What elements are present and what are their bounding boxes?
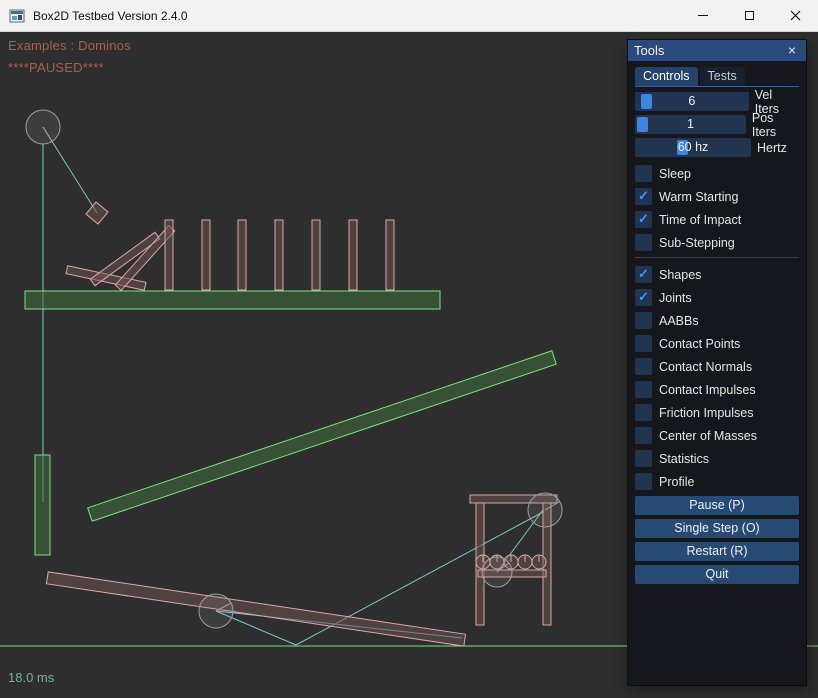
hertz-value: 60 hz xyxy=(635,138,751,157)
checkbox-friction-impulses-box xyxy=(635,404,652,421)
checkbox-contact-impulses-label: Contact Impulses xyxy=(659,383,756,397)
dynamic-bodies-group xyxy=(46,202,557,646)
pendulum-box xyxy=(86,202,108,224)
checkbox-friction-impulses-label: Friction Impulses xyxy=(659,406,753,420)
restart-button[interactable]: Restart (R) xyxy=(635,542,799,561)
checkbox-center-of-masses-box xyxy=(635,427,652,444)
frame-time-label: 18.0 ms xyxy=(8,670,54,685)
checkbox-joints[interactable]: ✓ Joints xyxy=(635,289,799,306)
tools-title: Tools xyxy=(634,43,664,58)
close-icon xyxy=(790,10,801,21)
checkbox-profile-label: Profile xyxy=(659,475,694,489)
close-button[interactable] xyxy=(772,0,818,32)
checkbox-sub-stepping-label: Sub-Stepping xyxy=(659,236,735,250)
hertz-label: Hertz xyxy=(757,141,787,155)
checkbox-sub-stepping-box xyxy=(635,234,652,251)
sim-flags-list: Sleep ✓ Warm Starting ✓ Time of Impact S… xyxy=(635,165,799,251)
checkbox-time-of-impact-box: ✓ xyxy=(635,211,652,228)
checkbox-contact-normals[interactable]: Contact Normals xyxy=(635,358,799,375)
checkbox-statistics-box xyxy=(635,450,652,467)
seesaw-plank xyxy=(46,572,465,646)
checkbox-warm-starting[interactable]: ✓ Warm Starting xyxy=(635,188,799,205)
pos-iters-label: Pos Iters xyxy=(752,111,799,139)
pause-button[interactable]: Pause (P) xyxy=(635,496,799,515)
tab-tests[interactable]: Tests xyxy=(700,67,745,86)
checkbox-aabbs[interactable]: AABBs xyxy=(635,312,799,329)
window-controls xyxy=(680,0,818,32)
checkbox-time-of-impact[interactable]: ✓ Time of Impact xyxy=(635,211,799,228)
checkbox-warm-starting-label: Warm Starting xyxy=(659,190,738,204)
checkbox-shapes-label: Shapes xyxy=(659,268,701,282)
checkbox-profile[interactable]: Profile xyxy=(635,473,799,490)
domino-shelf xyxy=(25,291,440,309)
app-window: Box2D Testbed Version 2.4.0 xyxy=(0,0,818,698)
tools-titlebar[interactable]: Tools × xyxy=(628,40,806,61)
hertz-row: 60 hz Hertz xyxy=(635,138,799,157)
checkbox-contact-impulses[interactable]: Contact Impulses xyxy=(635,381,799,398)
quit-button[interactable]: Quit xyxy=(635,565,799,584)
single-step-button[interactable]: Single Step (O) xyxy=(635,519,799,538)
checkbox-contact-points[interactable]: Contact Points xyxy=(635,335,799,352)
checkbox-friction-impulses[interactable]: Friction Impulses xyxy=(635,404,799,421)
checkbox-center-of-masses[interactable]: Center of Masses xyxy=(635,427,799,444)
action-buttons: Pause (P) Single Step (O) Restart (R) Qu… xyxy=(635,496,799,584)
vel-iters-row: 6 Vel Iters xyxy=(635,92,799,111)
tools-body: Controls Tests 6 Vel Iters 1 Pos Iters xyxy=(628,61,806,584)
pos-iters-row: 1 Pos Iters xyxy=(635,115,799,134)
minimize-icon xyxy=(698,15,708,16)
checkbox-warm-starting-box: ✓ xyxy=(635,188,652,205)
checkbox-statistics-label: Statistics xyxy=(659,452,709,466)
separator xyxy=(635,257,799,258)
window-titlebar[interactable]: Box2D Testbed Version 2.4.0 xyxy=(0,0,818,32)
app-icon xyxy=(9,8,25,24)
pos-iters-value: 1 xyxy=(635,115,746,134)
checkbox-contact-normals-box xyxy=(635,358,652,375)
paused-label: ****PAUSED**** xyxy=(8,60,104,75)
checkbox-statistics[interactable]: Statistics xyxy=(635,450,799,467)
checkbox-sleep-box xyxy=(635,165,652,182)
checkbox-sub-stepping[interactable]: Sub-Stepping xyxy=(635,234,799,251)
draw-flags-list: ✓ Shapes ✓ Joints AABBs Contact Points xyxy=(635,266,799,490)
minimize-button[interactable] xyxy=(680,0,726,32)
window-title: Box2D Testbed Version 2.4.0 xyxy=(33,9,188,23)
tools-close-icon[interactable]: × xyxy=(784,43,800,59)
vertical-post xyxy=(35,455,50,555)
pos-iters-slider[interactable]: 1 xyxy=(635,115,746,134)
vel-iters-value: 6 xyxy=(635,92,749,111)
checkbox-sleep-label: Sleep xyxy=(659,167,691,181)
checkbox-contact-points-label: Contact Points xyxy=(659,337,740,351)
checkbox-joints-label: Joints xyxy=(659,291,692,305)
maximize-button[interactable] xyxy=(726,0,772,32)
maximize-icon xyxy=(745,11,754,20)
tools-window: Tools × Controls Tests 6 Vel Iters 1 xyxy=(628,40,806,685)
checkbox-time-of-impact-label: Time of Impact xyxy=(659,213,741,227)
checkbox-aabbs-box xyxy=(635,312,652,329)
checkbox-joints-box: ✓ xyxy=(635,289,652,306)
checkbox-contact-normals-label: Contact Normals xyxy=(659,360,752,374)
vel-iters-slider[interactable]: 6 xyxy=(635,92,749,111)
checkbox-profile-box xyxy=(635,473,652,490)
example-title-label: Examples : Dominos xyxy=(8,38,131,53)
checkbox-center-of-masses-label: Center of Masses xyxy=(659,429,757,443)
checkbox-sleep[interactable]: Sleep xyxy=(635,165,799,182)
checkbox-shapes[interactable]: ✓ Shapes xyxy=(635,266,799,283)
checkbox-contact-points-box xyxy=(635,335,652,352)
hertz-slider[interactable]: 60 hz xyxy=(635,138,751,157)
checkbox-aabbs-label: AABBs xyxy=(659,314,699,328)
checkbox-shapes-box: ✓ xyxy=(635,266,652,283)
tab-controls[interactable]: Controls xyxy=(635,67,698,86)
checkbox-contact-impulses-box xyxy=(635,381,652,398)
tools-tabbar: Controls Tests xyxy=(635,67,799,87)
